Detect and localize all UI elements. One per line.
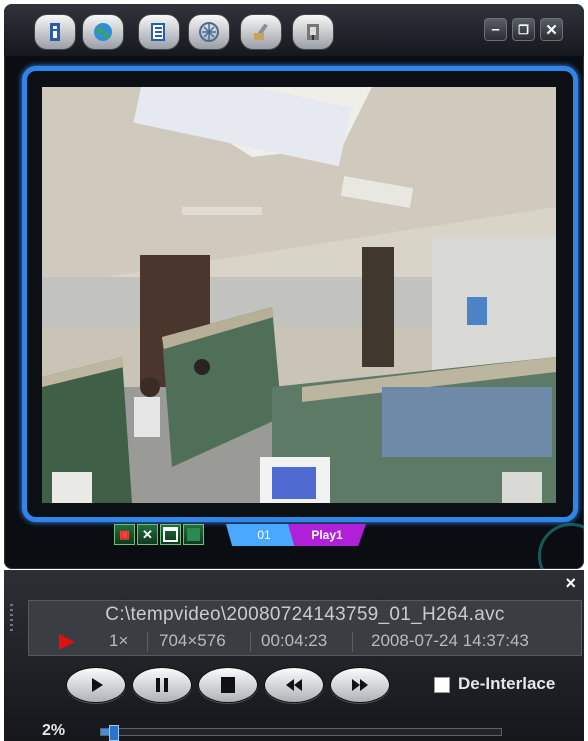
play-icon [92,678,103,692]
toolbar: – ❐ ✕ [4,4,584,56]
pause-icon [156,678,168,692]
network-icon [199,22,219,42]
video-playback-image[interactable] [42,87,556,503]
full-view-icon [187,528,200,541]
video-resolution: 704×576 [159,631,226,650]
fast-forward-button[interactable] [330,667,390,703]
exit-button[interactable] [292,14,334,50]
progress-fill [101,729,109,735]
divider [352,632,353,652]
playback-status-row: 1× 704×576 00:04:23 2008-07-24 14:37:43 [29,629,581,653]
document-list-icon [151,23,165,41]
globe-button[interactable] [82,14,124,50]
stop-icon [221,677,235,693]
panel-close-button[interactable]: × [565,573,576,594]
tools-icon [254,23,268,40]
progress-slider[interactable] [100,725,502,741]
deinterlace-checkbox[interactable] [434,677,450,693]
single-view-icon [163,527,178,542]
recording-datetime: 2008-07-24 14:37:43 [371,631,529,650]
playback-tab[interactable]: Play1 [288,524,366,546]
play-button[interactable] [66,667,126,703]
playback-panel: × C:\tempvideo\20080724143759_01_H264.av… [4,570,584,741]
info-button[interactable] [34,14,76,50]
drag-grip-icon[interactable] [10,604,13,634]
close-channel-icon: ✕ [142,526,153,542]
file-info-display: C:\tempvideo\20080724143759_01_H264.avc … [28,600,582,656]
fast-forward-icon [352,679,368,691]
info-icon [50,23,60,41]
globe-icon [94,23,112,41]
single-view-button[interactable] [160,524,181,545]
exit-icon [307,24,319,40]
office-scene-image [42,87,556,503]
divider [250,632,251,652]
channel-bar: ▣ ✕ 01 Play1 [4,520,584,550]
network-button[interactable] [188,14,230,50]
stop-button[interactable] [198,667,258,703]
document-list-button[interactable] [138,14,180,50]
divider [147,632,148,652]
full-view-button[interactable] [183,524,204,545]
progress-thumb[interactable] [109,725,119,741]
snapshot-delete-icon: ▣ [119,529,130,541]
snapshot-delete-button[interactable]: ▣ [114,524,135,545]
viewer-window: – ❐ ✕ ▣ ✕ 01 Play1 [4,4,584,569]
tools-button[interactable] [240,14,282,50]
rewind-button[interactable] [264,667,324,703]
deinterlace-label: De-Interlace [458,674,556,693]
pause-button[interactable] [132,667,192,703]
minimize-button[interactable]: – [484,18,507,41]
elapsed-time: 00:04:23 [261,631,328,650]
playback-speed: 1× [109,631,129,650]
close-button[interactable]: ✕ [540,18,563,41]
play-indicator-icon [59,634,75,650]
close-channel-button[interactable]: ✕ [137,524,158,545]
file-path: C:\tempvideo\20080724143759_01_H264.avc [105,604,505,625]
rewind-icon [286,679,302,691]
progress-percent: 2% [42,722,66,739]
restore-button[interactable]: ❐ [512,18,535,41]
video-frame [22,66,578,522]
